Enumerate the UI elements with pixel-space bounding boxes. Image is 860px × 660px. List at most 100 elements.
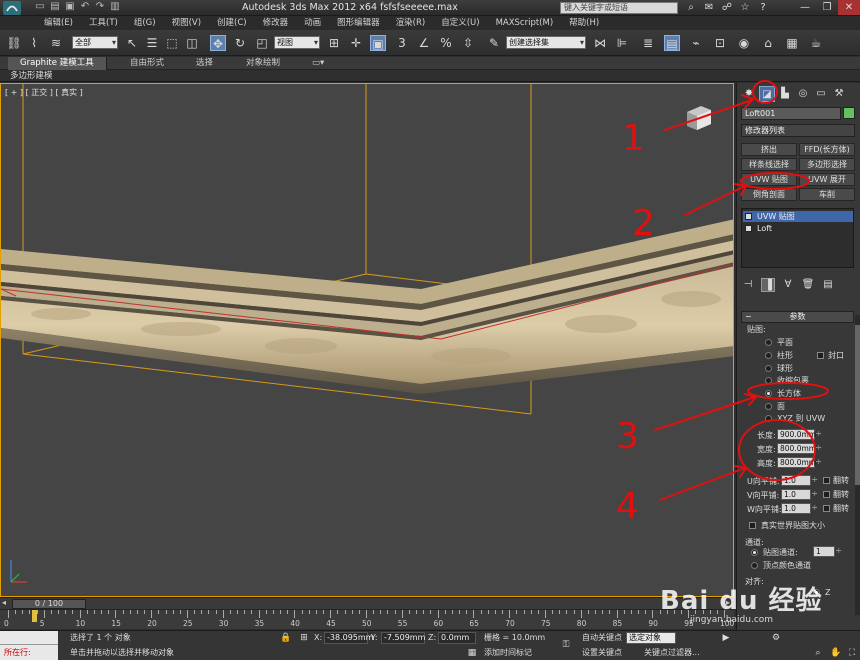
unwrap-uvw-button[interactable]: UVW 展开 bbox=[799, 173, 855, 186]
create-tab-icon[interactable]: ✸ bbox=[741, 86, 757, 102]
width-spinner[interactable]: 800.0mm bbox=[777, 443, 822, 454]
u-tile-spinner[interactable]: 1.0 bbox=[781, 475, 818, 486]
render-production-icon[interactable]: ☕ bbox=[808, 35, 824, 51]
new-file-icon[interactable]: ▭ bbox=[34, 1, 46, 13]
prev-frame-icon[interactable]: ◂ bbox=[2, 598, 6, 607]
x-coordinate-field[interactable]: -38.095mm bbox=[324, 632, 373, 644]
y-coordinate-field[interactable]: -7.509mm bbox=[381, 632, 425, 644]
render-setup-icon[interactable]: ⌂ bbox=[760, 35, 776, 51]
viewport-label[interactable]: [ + ] [ 正交 ] [ 真实 ] bbox=[5, 87, 83, 98]
utilities-tab-icon[interactable]: ⚒ bbox=[831, 86, 847, 102]
layer-manager-icon[interactable]: ≣ bbox=[640, 35, 656, 51]
percent-snap-icon[interactable]: % bbox=[438, 35, 454, 51]
viewcube[interactable] bbox=[687, 106, 711, 130]
radio-shrink-wrap[interactable] bbox=[765, 377, 772, 384]
snaps-toggle-icon[interactable]: 3 bbox=[394, 35, 410, 51]
radio-spherical[interactable] bbox=[765, 365, 772, 372]
absolute-mode-icon[interactable]: ⊞ bbox=[298, 632, 310, 644]
curve-editor-icon[interactable]: ⌁ bbox=[688, 35, 704, 51]
pivot-center-icon[interactable]: ⊞ bbox=[326, 35, 342, 51]
extrude-button[interactable]: 挤出 bbox=[741, 143, 797, 156]
track-bar[interactable]: 0 5 10 15 20 25 30 35 40 45 50 55 60 65 70 75 80 85 90 95 10… bbox=[0, 609, 734, 629]
menu-edit[interactable]: 编辑(E) bbox=[36, 16, 81, 30]
show-end-result-icon[interactable]: ▐ bbox=[761, 278, 775, 292]
key-icon[interactable]: ⚿ bbox=[560, 639, 572, 651]
tab-selection[interactable]: 选择 bbox=[184, 57, 225, 70]
display-tab-icon[interactable]: ▭ bbox=[813, 86, 829, 102]
v-flip-checkbox[interactable] bbox=[823, 491, 830, 498]
menu-help[interactable]: 帮助(H) bbox=[561, 16, 607, 30]
close-button[interactable]: ✕ bbox=[838, 0, 860, 15]
redo-icon[interactable]: ↷ bbox=[94, 1, 106, 13]
pan-icon[interactable]: ✋ bbox=[830, 647, 842, 659]
select-rotate-icon[interactable]: ↻ bbox=[232, 35, 248, 51]
align-icon[interactable]: ⊫ bbox=[614, 35, 630, 51]
select-by-name-icon[interactable]: ☰ bbox=[144, 35, 160, 51]
menu-group[interactable]: 组(G) bbox=[126, 16, 164, 30]
modify-tab-icon[interactable]: ◪ bbox=[759, 86, 775, 102]
time-config-icon[interactable]: ⚙ bbox=[770, 632, 782, 644]
selected-object-dropdown[interactable]: 选定对象 bbox=[626, 632, 676, 644]
panel-scrollbar[interactable] bbox=[855, 315, 860, 615]
schematic-view-icon[interactable]: ⊡ bbox=[712, 35, 728, 51]
viewport-orthographic[interactable]: [ + ] [ 正交 ] [ 真实 ] bbox=[0, 83, 734, 597]
zoom-icon[interactable]: ⌕ bbox=[812, 647, 824, 659]
stack-item-uvw-map[interactable]: UVW 贴图 bbox=[743, 211, 853, 222]
minimize-button[interactable]: — bbox=[794, 0, 816, 15]
spline-select-button[interactable]: 样条线选择 bbox=[741, 158, 797, 171]
graphite-toggle-icon[interactable]: ▤ bbox=[664, 35, 680, 51]
cap-checkbox[interactable] bbox=[817, 352, 824, 359]
add-time-tag[interactable]: 添加时间标记 bbox=[484, 647, 532, 659]
lathe-button[interactable]: 车削 bbox=[799, 188, 855, 201]
pin-stack-icon[interactable]: ⊣ bbox=[741, 278, 755, 292]
named-selection-dropdown[interactable]: 创建选择集 bbox=[506, 36, 586, 49]
menu-graph-editors[interactable]: 图形编辑器 bbox=[329, 16, 388, 30]
material-editor-icon[interactable]: ◉ bbox=[736, 35, 752, 51]
radio-face[interactable] bbox=[765, 403, 772, 410]
stack-item-loft[interactable]: Loft bbox=[743, 223, 853, 234]
tab-graphite[interactable]: Graphite 建模工具 bbox=[8, 57, 107, 70]
play-icon[interactable]: ▶ bbox=[720, 632, 732, 644]
save-icon[interactable]: ▣ bbox=[64, 1, 76, 13]
radio-map-channel[interactable] bbox=[751, 549, 758, 556]
radio-cylindrical[interactable] bbox=[765, 352, 772, 359]
subscription-icon[interactable]: ✉ bbox=[702, 1, 716, 14]
key-filters-button[interactable]: 关键点过滤器... bbox=[644, 647, 700, 659]
configure-sets-icon[interactable]: ▤ bbox=[821, 278, 835, 292]
rect-selection-icon[interactable]: ⬚ bbox=[164, 35, 180, 51]
real-world-checkbox[interactable] bbox=[749, 522, 756, 529]
unlink-icon[interactable]: ⌇ bbox=[26, 35, 42, 51]
object-name-field[interactable]: Loft001 bbox=[741, 107, 841, 120]
map-channel-spinner[interactable]: 1 bbox=[813, 546, 842, 557]
height-spinner[interactable]: 800.0mm bbox=[777, 457, 822, 468]
maximize-button[interactable]: ❐ bbox=[816, 0, 838, 15]
radio-planar[interactable] bbox=[765, 339, 772, 346]
v-tile-spinner[interactable]: 1.0 bbox=[781, 489, 818, 500]
remove-modifier-icon[interactable]: 🗑 bbox=[801, 278, 815, 292]
help-icon[interactable]: ? bbox=[756, 1, 770, 14]
selection-filter-dropdown[interactable]: 全部 bbox=[72, 36, 118, 49]
menu-create[interactable]: 创建(C) bbox=[209, 16, 255, 30]
parameters-rollout[interactable]: − 参数 bbox=[741, 311, 854, 323]
object-color-swatch[interactable] bbox=[843, 107, 855, 119]
keyboard-shortcut-toggle-icon[interactable]: ▣ bbox=[370, 35, 386, 51]
maxscript-listener[interactable] bbox=[0, 631, 58, 645]
select-move-icon[interactable]: ✥ bbox=[210, 35, 226, 51]
search-input[interactable]: 键入关键字或短语 bbox=[560, 2, 678, 14]
open-file-icon[interactable]: ▤ bbox=[49, 1, 61, 13]
select-manipulate-icon[interactable]: ✛ bbox=[348, 35, 364, 51]
ffd-box-button[interactable]: FFD(长方体) bbox=[799, 143, 855, 156]
select-scale-icon[interactable]: ◰ bbox=[254, 35, 270, 51]
w-tile-spinner[interactable]: 1.0 bbox=[781, 503, 818, 514]
current-frame-marker[interactable] bbox=[32, 610, 37, 622]
hierarchy-tab-icon[interactable]: ▙ bbox=[777, 86, 793, 102]
bevel-profile-button[interactable]: 倒角剖面 bbox=[741, 188, 797, 201]
undo-icon[interactable]: ↶ bbox=[79, 1, 91, 13]
time-tag-icon[interactable]: ▦ bbox=[466, 647, 478, 659]
polygon-modeling-label[interactable]: 多边形建模 bbox=[10, 70, 53, 82]
lightbulb-icon[interactable] bbox=[745, 213, 752, 220]
menu-rendering[interactable]: 渲染(R) bbox=[388, 16, 434, 30]
menu-views[interactable]: 视图(V) bbox=[164, 16, 209, 30]
bind-space-warp-icon[interactable]: ≋ bbox=[48, 35, 64, 51]
make-unique-icon[interactable]: ∀ bbox=[781, 278, 795, 292]
